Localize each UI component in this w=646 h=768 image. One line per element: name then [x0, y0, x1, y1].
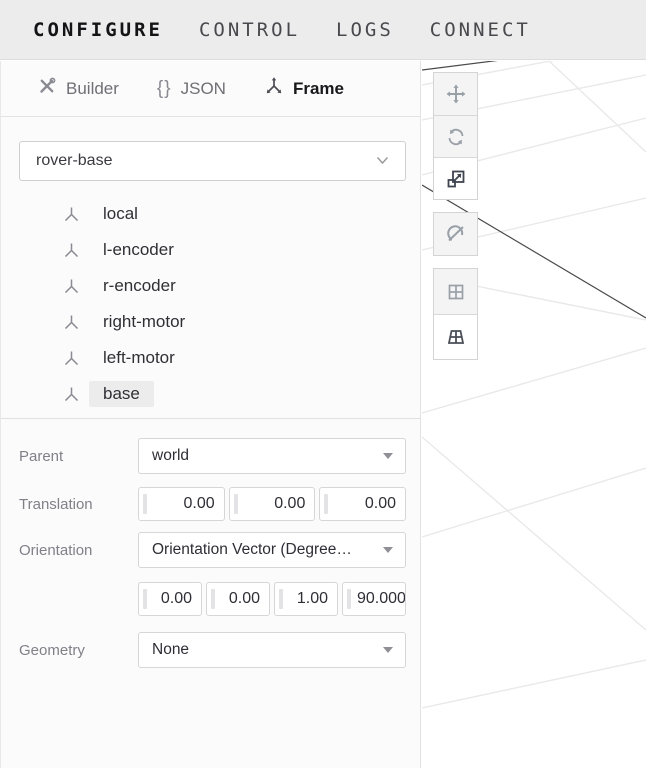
- tab-connect[interactable]: CONNECT: [430, 19, 531, 41]
- axis-icon: [62, 205, 81, 224]
- rotation-snap-group: [433, 212, 478, 256]
- tree-item-label: right-motor: [89, 309, 199, 335]
- snap-rotation-toggle-button[interactable]: [434, 213, 477, 255]
- perspective-grid-icon: [445, 326, 467, 348]
- grid-icon: [445, 281, 467, 303]
- translation-y-input[interactable]: [229, 487, 316, 521]
- parent-select-value: world: [152, 447, 189, 465]
- orientation-theta-input[interactable]: [342, 582, 406, 616]
- orientation-y-input[interactable]: [206, 582, 270, 616]
- braces-icon: {}: [157, 78, 172, 100]
- tree-item-base[interactable]: base: [1, 376, 421, 412]
- orientation-z-input[interactable]: [274, 582, 338, 616]
- tab-logs[interactable]: LOGS: [336, 19, 394, 41]
- tree-item-label: l-encoder: [89, 237, 188, 263]
- geometry-row: Geometry None: [19, 632, 406, 668]
- orientation-type-select[interactable]: Orientation Vector (Degree…: [138, 532, 406, 568]
- rotate-icon: [446, 127, 466, 147]
- chevron-down-icon: [376, 152, 389, 170]
- mode-builder[interactable]: Builder: [37, 76, 119, 101]
- grid-display-group: [433, 268, 478, 360]
- tab-configure[interactable]: CONFIGURE: [33, 19, 163, 41]
- axis-icon: [62, 313, 81, 332]
- tree-item-local[interactable]: local: [1, 196, 421, 232]
- parent-select[interactable]: world: [138, 438, 406, 474]
- component-select-value: rover-base: [36, 152, 112, 170]
- perspective-grid-view-button[interactable]: [434, 314, 477, 359]
- grid-view-button[interactable]: [434, 269, 477, 314]
- frame-tree: local l-encoder r-encoder right-motor le…: [1, 196, 421, 412]
- axis-icon: [62, 241, 81, 260]
- axis-icon: [62, 385, 81, 404]
- viewport-toolbar: [433, 72, 478, 360]
- axis-icon: [62, 277, 81, 296]
- parent-row: Parent world: [19, 438, 406, 474]
- orientation-type-value: Orientation Vector (Degree…: [152, 541, 352, 559]
- translation-label: Translation: [19, 496, 138, 513]
- tab-control[interactable]: CONTROL: [199, 19, 300, 41]
- no-rotate-icon: [445, 223, 467, 245]
- caret-down-icon: [383, 547, 393, 553]
- tree-item-right-motor[interactable]: right-motor: [1, 304, 421, 340]
- tree-item-label: r-encoder: [89, 273, 190, 299]
- tree-item-label: base: [89, 381, 154, 407]
- caret-down-icon: [383, 453, 393, 459]
- orientation-x-input[interactable]: [138, 582, 202, 616]
- robot-config-app: CONFIGURE CONTROL LOGS CONNECT Builder {…: [0, 0, 646, 768]
- translation-z-input[interactable]: [319, 487, 406, 521]
- mode-frame[interactable]: Frame: [264, 76, 344, 101]
- tree-item-left-motor[interactable]: left-motor: [1, 340, 421, 376]
- tree-item-label: local: [89, 201, 152, 227]
- scale-icon: [446, 169, 466, 189]
- mode-builder-label: Builder: [66, 79, 119, 99]
- rotate-tool-button[interactable]: [434, 115, 477, 157]
- frame-axis-icon: [264, 76, 284, 101]
- section-divider: [1, 418, 421, 419]
- axis-icon: [62, 349, 81, 368]
- geometry-select-value: None: [152, 641, 189, 659]
- top-navigation: CONFIGURE CONTROL LOGS CONNECT: [0, 0, 646, 60]
- mode-json-label: JSON: [181, 79, 226, 99]
- component-select[interactable]: rover-base: [19, 141, 406, 181]
- view-mode-tabs: Builder {} JSON Frame: [1, 61, 420, 117]
- tree-item-r-encoder[interactable]: r-encoder: [1, 268, 421, 304]
- translation-x-input[interactable]: [138, 487, 225, 521]
- orientation-type-row: Orientation Orientation Vector (Degree…: [19, 533, 406, 567]
- translation-row: Translation: [19, 487, 406, 521]
- geometry-select[interactable]: None: [138, 632, 406, 668]
- caret-down-icon: [383, 647, 393, 653]
- move-icon: [445, 83, 467, 105]
- wrench-icon: [37, 76, 57, 101]
- geometry-label: Geometry: [19, 642, 138, 659]
- orientation-values-row: [19, 582, 406, 616]
- frame-config-panel: Builder {} JSON Frame: [0, 61, 421, 768]
- scale-tool-button[interactable]: [434, 157, 477, 199]
- mode-json[interactable]: {} JSON: [157, 78, 226, 100]
- move-tool-button[interactable]: [434, 73, 477, 115]
- mode-frame-label: Frame: [293, 79, 344, 99]
- 3d-viewport[interactable]: [422, 61, 646, 768]
- orientation-label: Orientation: [19, 542, 138, 559]
- transform-tool-group: [433, 72, 478, 200]
- tree-item-l-encoder[interactable]: l-encoder: [1, 232, 421, 268]
- tree-item-label: left-motor: [89, 345, 189, 371]
- parent-label: Parent: [19, 448, 138, 465]
